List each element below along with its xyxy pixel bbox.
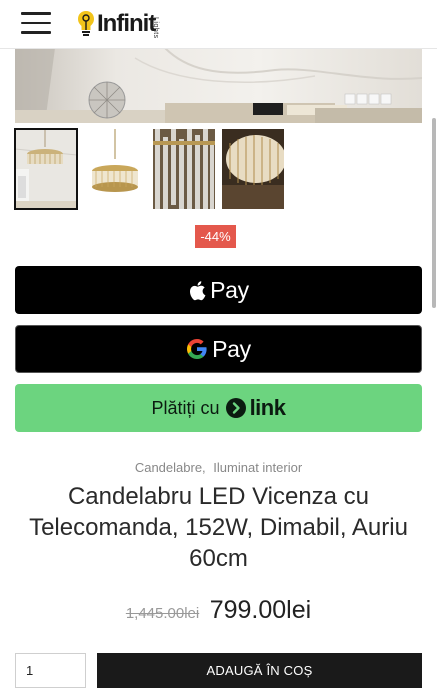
apple-logo-icon xyxy=(190,280,206,300)
thumbnail-4-image xyxy=(222,129,284,209)
bulb-icon xyxy=(78,11,94,36)
product-prices: 1,445.00lei 799.00lei xyxy=(0,596,437,625)
old-price: 1,445.00lei xyxy=(125,605,200,622)
thumbnail-2[interactable] xyxy=(84,129,146,209)
main-product-image[interactable] xyxy=(15,48,422,123)
new-price: 799.00lei xyxy=(209,596,312,624)
add-to-cart-button[interactable]: ADAUGĂ ÎN COȘ xyxy=(97,653,422,688)
main-image-scene xyxy=(15,48,422,123)
google-pay-label: Pay xyxy=(212,335,251,362)
thumbnail-4[interactable] xyxy=(222,129,284,209)
thumbnail-1-image xyxy=(15,129,77,209)
hamburger-menu-icon[interactable] xyxy=(21,12,51,34)
logo-text: Infinit xyxy=(97,10,156,37)
thumbnail-1[interactable] xyxy=(14,128,78,210)
google-g-icon xyxy=(187,339,207,359)
google-pay-button[interactable]: Pay xyxy=(15,325,422,373)
link-arrow-icon xyxy=(225,398,246,418)
category-link-iluminat-interior[interactable]: Iluminat interior xyxy=(213,460,302,475)
link-pay-button[interactable]: Plătiți cu link xyxy=(15,384,422,432)
quantity-input[interactable] xyxy=(15,653,86,688)
link-pay-prefix: Plătiți cu xyxy=(151,397,220,418)
thumbnail-2-image xyxy=(84,129,146,209)
scrollbar-thumb[interactable] xyxy=(432,118,436,308)
discount-badge: -44% xyxy=(195,225,236,248)
category-link-candelabre[interactable]: Candelabre, xyxy=(135,460,206,475)
product-categories: Candelabre, Iluminat interior xyxy=(0,460,437,475)
apple-pay-button[interactable]: Pay xyxy=(15,266,422,314)
site-header: Infinit Lights xyxy=(0,0,437,49)
link-pay-word: link xyxy=(249,395,286,420)
thumbnail-strip xyxy=(14,128,290,210)
thumbnail-3[interactable] xyxy=(153,129,215,209)
product-title: Candelabru LED Vicenza cu Telecomanda, 1… xyxy=(29,483,408,572)
apple-pay-label: Pay xyxy=(210,276,249,303)
logo-subtext: Lights xyxy=(152,17,159,39)
thumbnail-3-image xyxy=(153,129,215,209)
